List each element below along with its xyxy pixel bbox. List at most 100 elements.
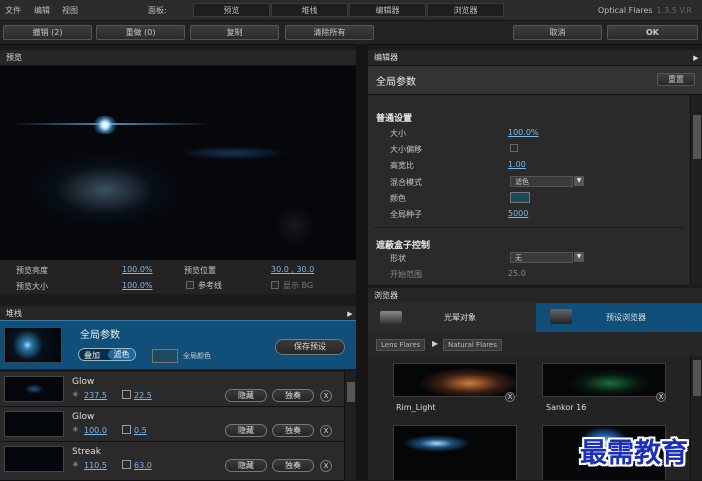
menu-edit[interactable]: 编辑 (34, 5, 50, 16)
stack-thumb (4, 411, 64, 437)
panel-gutter (356, 44, 368, 480)
show-bg-checkbox[interactable] (271, 281, 279, 289)
browser-breadcrumb-bar: Lens Flares ▶ Natural Flares (368, 332, 702, 356)
reference-checkbox[interactable] (186, 281, 194, 289)
tab-editor[interactable]: 编辑器 (349, 3, 426, 17)
aspect-value[interactable]: 1.00 (508, 160, 526, 169)
undo-button[interactable]: 撤销 (2) (3, 25, 92, 40)
preview-size-label: 预览大小 (16, 282, 48, 291)
solo-button[interactable]: 独奏 (272, 424, 314, 437)
global-color-swatch[interactable] (152, 349, 178, 363)
blend-mode-dropdown[interactable]: 滤色 (510, 176, 573, 187)
ok-button[interactable]: OK (607, 25, 698, 40)
size-value[interactable]: 100.0% (508, 128, 539, 137)
folder-icon (550, 309, 572, 324)
browser-scrollbar[interactable] (690, 356, 702, 480)
preview-position-label: 预览位置 (184, 266, 216, 275)
remove-button[interactable]: X (320, 460, 332, 472)
global-params-label: 全局参数 (80, 330, 120, 341)
stack-row-v1[interactable]: 237.5 (84, 391, 107, 400)
remove-button[interactable]: X (320, 425, 332, 437)
shape-dropdown[interactable]: 无 (510, 252, 573, 263)
global-color-label: 全局颜色 (183, 352, 211, 360)
preset-tile[interactable] (393, 363, 517, 397)
copy-button[interactable]: 复制 (190, 25, 279, 40)
hide-button[interactable]: 隐藏 (225, 459, 267, 472)
hide-button[interactable]: 隐藏 (225, 389, 267, 402)
flare-ghost (178, 146, 288, 160)
stack-row-v2[interactable]: 22.5 (134, 391, 152, 400)
app-version: 1.3.5 V.R (656, 6, 692, 15)
preview-brightness-value[interactable]: 100.0% (122, 265, 153, 274)
size-offset-checkbox[interactable] (510, 144, 518, 152)
editor-scroll-thumb[interactable] (693, 115, 701, 159)
general-settings-title: 普通设置 (376, 114, 413, 124)
stack-row-v2[interactable]: 0.5 (134, 426, 147, 435)
breadcrumb-separator-icon: ▶ (432, 339, 439, 348)
stack-row[interactable]: Glow ✳ 100.0 0.5 隐藏 独奏 X (0, 407, 344, 442)
save-preset-button[interactable]: 保存预设 (275, 339, 345, 355)
browser-scroll-thumb[interactable] (693, 360, 701, 396)
editor-title: 编辑器 (368, 50, 702, 66)
cancel-button[interactable]: 取消 (513, 25, 602, 40)
stack-row-v1[interactable]: 110.5 (84, 461, 107, 470)
filter-label[interactable]: 滤色 (108, 349, 135, 360)
size-label: 大小 (390, 129, 406, 138)
preset-close-button[interactable]: X (505, 392, 515, 402)
crumb-natural-flares[interactable]: Natural Flares (443, 339, 502, 351)
panel-label: 面板: (148, 6, 167, 15)
preview-position-value[interactable]: 30.0 , 30.0 (271, 265, 314, 274)
show-bg-label: 显示 BG (283, 281, 314, 290)
editor-header: 全局参数 重置 (368, 66, 702, 95)
stack-thumb (4, 446, 64, 472)
color-label: 颜色 (390, 194, 406, 203)
add-label[interactable]: 叠加 (84, 350, 100, 361)
preset-close-button[interactable]: X (656, 392, 666, 402)
scale-icon (122, 390, 131, 399)
tab-browser[interactable]: 浏览器 (427, 3, 504, 17)
menu-bar: 文件 编辑 视图 面板: 预览 堆栈 编辑器 浏览器 Optical Flare… (0, 0, 702, 21)
menu-view[interactable]: 视图 (62, 5, 78, 16)
stack-scroll-thumb[interactable] (347, 382, 355, 402)
chevron-down-icon[interactable]: ▼ (574, 252, 584, 262)
global-params-row[interactable]: 全局参数 叠加 滤色 全局颜色 保存预设 (0, 320, 356, 369)
stack-thumb (4, 376, 64, 402)
redo-button[interactable]: 重做 (0) (96, 25, 185, 40)
preset-tile[interactable] (542, 363, 666, 397)
preview-size-value[interactable]: 100.0% (122, 281, 153, 290)
hide-button[interactable]: 隐藏 (225, 424, 267, 437)
crumb-lens-flares[interactable]: Lens Flares (376, 339, 426, 351)
solo-button[interactable]: 独奏 (272, 459, 314, 472)
scale-icon (122, 460, 131, 469)
stack-row-v1[interactable]: 100.0 (84, 426, 107, 435)
tab-preset-browser[interactable]: 预设浏览器 (536, 303, 702, 332)
tab-preset-browser-label: 预设浏览器 (606, 313, 646, 322)
stack-row-name: Glow (72, 412, 95, 422)
stack-row-name: Streak (72, 447, 102, 457)
lens-object-icon (380, 311, 402, 324)
tab-preview[interactable]: 预览 (193, 3, 270, 17)
editor-scrollbar[interactable] (690, 95, 702, 285)
flare-core (92, 116, 118, 134)
stack-row[interactable]: Glow ✳ 237.5 22.5 隐藏 独奏 X (0, 372, 344, 407)
editor-body: 普通设置 大小 100.0% 大小偏移 高宽比 1.00 混合模式 滤色 ▼ 颜… (368, 95, 690, 285)
clear-all-button[interactable]: 清除所有 (285, 25, 374, 40)
toolbar: 撤销 (2) 重做 (0) 复制 清除所有 取消 OK (0, 21, 702, 45)
editor-menu-arrow-icon[interactable]: ▶ (690, 50, 702, 66)
tab-stack[interactable]: 堆栈 (271, 3, 348, 17)
chevron-down-icon[interactable]: ▼ (574, 176, 584, 186)
solo-button[interactable]: 独奏 (272, 389, 314, 402)
preset-tile[interactable] (393, 425, 517, 480)
seed-label: 全局种子 (390, 210, 422, 219)
blend-toggle[interactable]: 叠加 滤色 (78, 348, 136, 361)
remove-button[interactable]: X (320, 390, 332, 402)
color-swatch[interactable] (510, 192, 530, 203)
reset-button[interactable]: 重置 (657, 73, 695, 86)
menu-file[interactable]: 文件 (5, 5, 21, 16)
preview-canvas[interactable] (0, 66, 356, 260)
stack-row[interactable]: Streak ✳ 110.5 63.0 隐藏 独奏 X (0, 442, 344, 481)
seed-value[interactable]: 5000 (508, 209, 528, 218)
tab-flare-objects[interactable]: 光晕对象 (368, 303, 536, 332)
stack-row-v2[interactable]: 63.0 (134, 461, 152, 470)
range-value[interactable]: 25.0 (508, 269, 526, 278)
